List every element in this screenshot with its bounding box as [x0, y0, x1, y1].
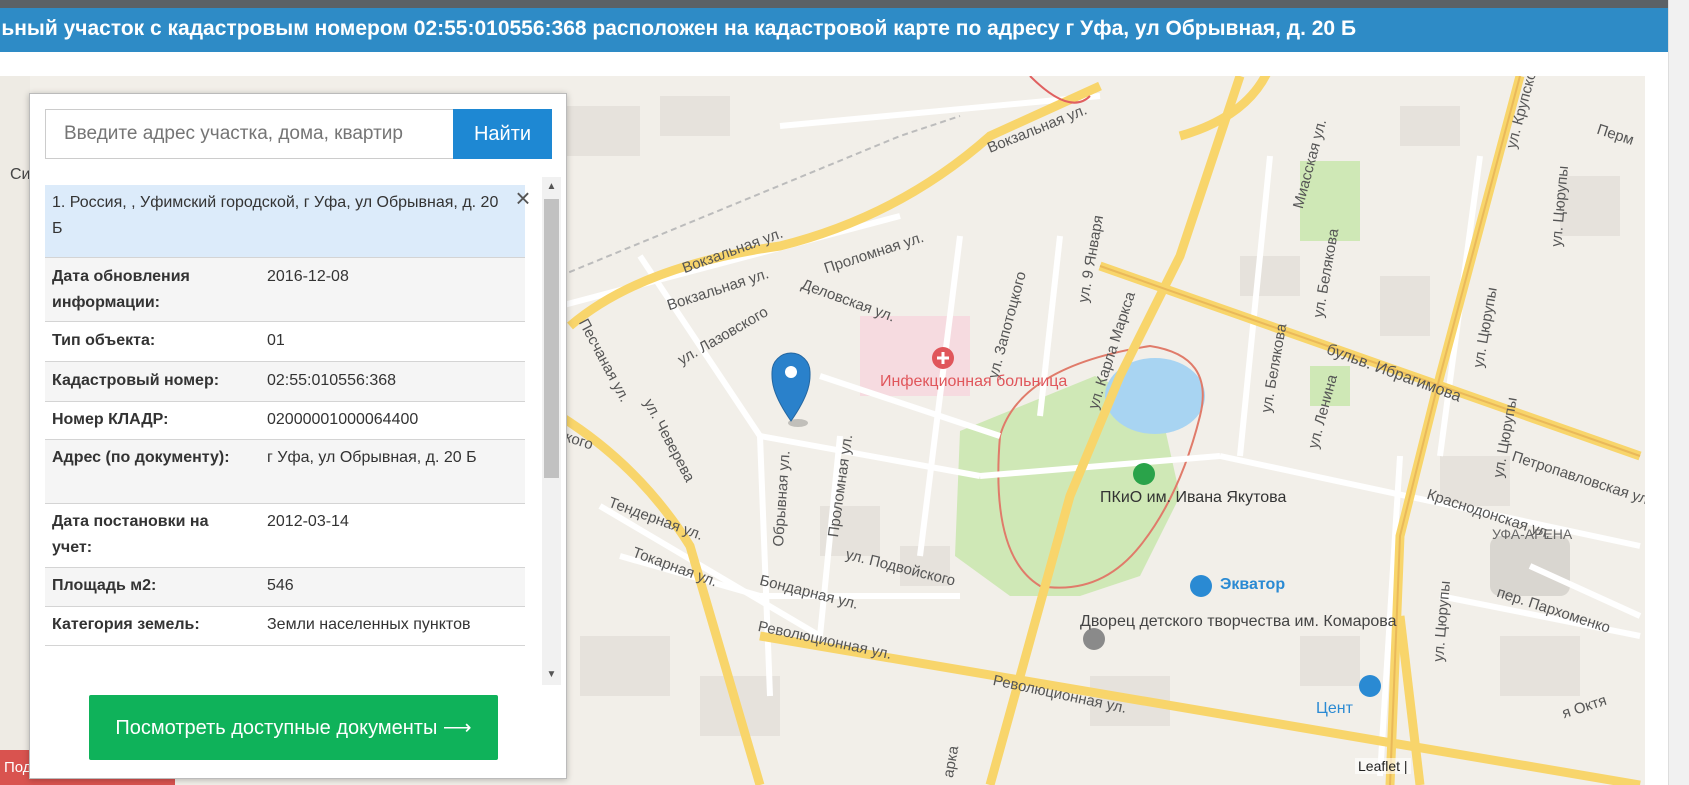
info-value: г Уфа, ул Обрывная, д. 20 Б: [267, 449, 477, 466]
map-label: Си: [10, 166, 31, 183]
center-label: Цент: [1316, 700, 1353, 717]
dvorets-label: Дворец детского творчества им. Комарова: [1080, 613, 1397, 630]
info-label: Кадастровый номер:: [52, 372, 220, 389]
search-panel: Найти 1. Россия, , Уфимский городской, г…: [29, 93, 567, 779]
page-header: льный участок с кадастровым номером 02:5…: [0, 8, 1668, 52]
arena-label: УФА-АРЕНА: [1492, 526, 1573, 542]
info-row: Дата обновления информации: 2016-12-08: [45, 257, 525, 321]
browser-top-strip: [0, 0, 1689, 8]
scroll-thumb[interactable]: [544, 199, 559, 478]
view-documents-button[interactable]: Посмотреть доступные документы ⟶: [89, 695, 498, 760]
info-label: Адрес (по документу):: [52, 449, 230, 466]
info-row: Кадастровый номер: 02:55:010556:368: [45, 361, 525, 401]
info-value: 02000001000064400: [267, 411, 419, 428]
info-row: Номер КЛАДР: 02000001000064400: [45, 401, 525, 439]
results-scrollbar[interactable]: ▲ ▼: [542, 177, 561, 685]
close-icon[interactable]: ×: [513, 185, 533, 211]
info-value: 2012-03-14: [267, 513, 349, 530]
hospital-label: Инфекционная больница: [880, 373, 1068, 390]
info-value: 546: [267, 577, 294, 594]
info-value: Земли населенных пунктов: [267, 616, 471, 633]
info-value: 01: [267, 332, 285, 349]
info-value: 02:55:010556:368: [267, 372, 397, 389]
info-label: Тип объекта:: [52, 332, 156, 349]
header-text-suffix: расположен на кадастровой карте по адрес…: [586, 17, 1357, 40]
map-pin-icon[interactable]: [771, 352, 811, 427]
info-row: Тип объекта: 01: [45, 321, 525, 361]
park-icon: [1133, 463, 1155, 485]
scroll-up-arrow-icon[interactable]: ▲: [542, 177, 561, 197]
park-label: ПКиО им. Ивана Якутова: [1100, 489, 1287, 506]
info-label: Площадь м2:: [52, 577, 157, 594]
address-search-input[interactable]: [45, 109, 453, 159]
search-button[interactable]: Найти: [453, 109, 552, 159]
info-label: Номер КЛАДР:: [52, 411, 169, 428]
info-row: Дата постановки на учет: 2012-03-14: [45, 503, 525, 567]
info-row: Адрес (по документу): г Уфа, ул Обрывная…: [45, 439, 525, 503]
info-label: Дата постановки на учет:: [52, 513, 209, 556]
header-text-prefix: льный участок с кадастровым номером: [0, 17, 414, 40]
header-cadastral-number: 02:55:010556:368: [413, 17, 587, 40]
info-label: Дата обновления информации:: [52, 268, 190, 311]
info-value: 2016-12-08: [267, 268, 349, 285]
mall-icon: [1359, 675, 1381, 697]
window-scrollbar[interactable]: [1668, 0, 1689, 785]
info-row: Категория земель: Земли населенных пункт…: [45, 606, 525, 646]
ekvator-label: Экватор: [1220, 576, 1286, 593]
shop-icon: [1190, 575, 1212, 597]
leaflet-attribution[interactable]: Leaflet |: [1355, 758, 1411, 774]
result-heading[interactable]: 1. Россия, , Уфимский городской, г Уфа, …: [45, 185, 525, 257]
results-list: 1. Россия, , Уфимский городской, г Уфа, …: [45, 177, 563, 685]
info-label: Категория земель:: [52, 616, 200, 633]
info-row: Площадь м2: 546: [45, 567, 525, 606]
scroll-down-arrow-icon[interactable]: ▼: [542, 665, 561, 685]
